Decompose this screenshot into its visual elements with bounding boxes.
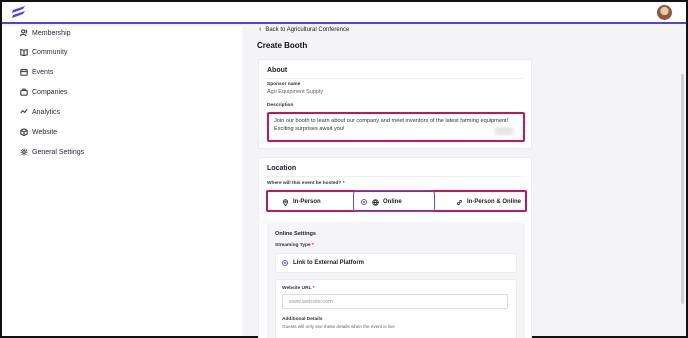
option-label: Online bbox=[383, 199, 402, 205]
gear-icon bbox=[20, 148, 28, 156]
sidebar-item-membership[interactable]: Membership bbox=[20, 26, 71, 40]
hosted-question-text: Where will this event be hosted? bbox=[267, 181, 342, 186]
sidebar-item-label: Analytics bbox=[32, 108, 61, 116]
website-url-input[interactable]: www.website.com bbox=[282, 294, 508, 309]
streaming-option-label: Link to External Platform bbox=[293, 260, 365, 266]
sidebar-item-analytics[interactable]: Analytics bbox=[20, 105, 60, 119]
users-icon bbox=[20, 29, 28, 37]
streaming-option-card[interactable]: Link to External Platform bbox=[275, 253, 517, 273]
sidebar-item-label: Membership bbox=[32, 29, 71, 37]
calendar-icon bbox=[20, 68, 28, 76]
option-in-person-online[interactable]: In-Person & Online bbox=[456, 195, 521, 209]
hosted-question-label: Where will this event be hosted? * bbox=[267, 181, 345, 186]
sidebar-item-label: Companies bbox=[32, 88, 68, 96]
sidebar-item-events[interactable]: Events bbox=[20, 65, 53, 79]
description-line-1: Join our booth to learn about our compan… bbox=[274, 118, 509, 124]
user-avatar[interactable] bbox=[657, 5, 672, 20]
online-settings-title: Online Settings bbox=[275, 231, 317, 237]
chevron-left-icon: ‹ bbox=[259, 26, 262, 33]
globe-icon bbox=[372, 198, 379, 206]
book-icon bbox=[20, 48, 28, 56]
scrollbar[interactable] bbox=[681, 74, 684, 304]
description-label: Description bbox=[267, 103, 294, 108]
cube-icon bbox=[20, 128, 28, 136]
streaming-type-label: Streaming Type * bbox=[275, 243, 314, 248]
additional-details-label: Additional Details bbox=[282, 317, 323, 322]
briefcase-icon bbox=[20, 88, 28, 96]
back-link-label: Back to Agricultural Conference bbox=[265, 26, 350, 33]
sponsor-value: Agri Equipment Supply bbox=[267, 89, 323, 95]
back-link[interactable]: ‹ Back to Agricultural Conference bbox=[259, 26, 349, 33]
sidebar: Membership Community Events Companies An… bbox=[2, 26, 242, 336]
required-mark: * bbox=[342, 181, 345, 186]
sidebar-item-label: Website bbox=[32, 128, 58, 136]
streaming-option-external[interactable]: Link to External Platform bbox=[282, 260, 364, 266]
online-settings-panel: Online Settings Streaming Type * Link to… bbox=[267, 222, 525, 338]
sidebar-item-website[interactable]: Website bbox=[20, 125, 57, 139]
sidebar-item-label: Events bbox=[32, 68, 54, 76]
option-label: In-Person bbox=[293, 199, 321, 205]
location-card: Location Where will this event be hosted… bbox=[258, 157, 532, 338]
chart-icon bbox=[20, 108, 28, 114]
required-mark: * bbox=[312, 286, 315, 291]
sidebar-item-label: General Settings bbox=[32, 148, 85, 156]
map-pin-icon bbox=[282, 198, 289, 206]
top-bar bbox=[2, 2, 686, 24]
option-in-person[interactable]: In-Person bbox=[282, 195, 321, 209]
radio-selected-icon bbox=[282, 260, 288, 266]
app-logo-icon[interactable] bbox=[11, 6, 27, 20]
link-icon bbox=[456, 199, 463, 205]
option-online[interactable]: Online bbox=[361, 195, 402, 209]
required-mark: * bbox=[311, 243, 314, 248]
website-url-label: Website URL * bbox=[282, 286, 315, 291]
description-line-2: Exciting surprises await you! bbox=[274, 126, 345, 132]
additional-details-note: Guests will only see these details when … bbox=[282, 324, 395, 329]
about-divider bbox=[267, 78, 523, 79]
sidebar-item-label: Community bbox=[32, 48, 68, 56]
streaming-type-text: Streaming Type bbox=[275, 243, 311, 248]
sidebar-item-companies[interactable]: Companies bbox=[20, 85, 67, 99]
option-label: In-Person & Online bbox=[467, 199, 522, 205]
about-card: About Sponsor name Agri Equipment Supply… bbox=[258, 59, 532, 149]
main-content: ‹ Back to Agricultural Conference Create… bbox=[242, 26, 686, 338]
about-title: About bbox=[267, 67, 288, 74]
description-textarea[interactable]: Join our booth to learn about our compan… bbox=[267, 112, 525, 142]
hosting-options: In-Person Online In-Person & Online bbox=[266, 190, 527, 212]
url-settings-card: Website URL * www.website.com Additional… bbox=[275, 279, 517, 338]
sidebar-item-community[interactable]: Community bbox=[20, 45, 67, 59]
radio-selected-icon bbox=[361, 199, 367, 205]
page-title: Create Booth bbox=[257, 41, 308, 50]
website-url-placeholder: www.website.com bbox=[289, 298, 333, 305]
sponsor-label: Sponsor name bbox=[267, 82, 301, 87]
blurred-redaction bbox=[495, 127, 513, 135]
sidebar-item-general-settings[interactable]: General Settings bbox=[20, 145, 84, 159]
website-url-text: Website URL bbox=[282, 286, 312, 291]
location-title: Location bbox=[267, 165, 297, 172]
location-divider bbox=[267, 176, 523, 177]
